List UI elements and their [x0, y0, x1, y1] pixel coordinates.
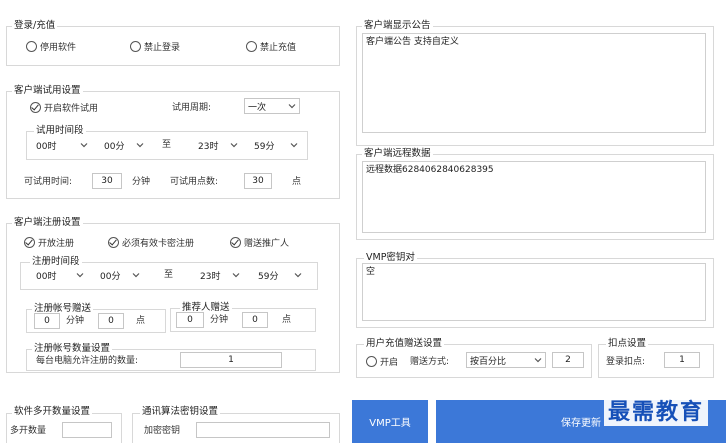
register-gift-promoter-option[interactable]: 赠送推广人 [230, 236, 289, 249]
remote-data-textarea[interactable]: 远程数据6284062840628395 [362, 161, 706, 233]
select-value: 00时 [36, 271, 57, 282]
referrer-gift-min-unit: 分钟 [210, 315, 229, 325]
watermark-logo: 最需教育 [604, 394, 709, 426]
register-gift-min-unit: 分钟 [66, 316, 85, 326]
radio-label: 禁止充值 [260, 43, 297, 53]
multi-open-title: 软件多开数量设置 [12, 406, 93, 418]
trial-start-hour-select[interactable]: 00时 [32, 137, 92, 153]
chevron-down-icon [294, 273, 302, 278]
chevron-down-icon [290, 143, 298, 148]
comm-key-label: 加密密钥 [144, 426, 181, 436]
register-start-hour-select[interactable]: 00时 [32, 267, 88, 283]
trial-time-unit: 分钟 [132, 177, 151, 187]
trial-title: 客户端试用设置 [12, 85, 83, 97]
deduct-label: 登录扣点: [606, 357, 646, 367]
chevron-down-icon [534, 358, 542, 363]
radio-circle-icon [26, 41, 37, 52]
register-gift-pts-input[interactable]: 0 [98, 313, 124, 329]
recharge-gift-title: 用户充值赠送设置 [364, 338, 445, 350]
trial-end-hour-select[interactable]: 23时 [194, 137, 242, 153]
chevron-down-icon [80, 143, 88, 148]
multi-open-label: 多开数量 [10, 426, 47, 436]
login-recharge-title: 登录/充值 [12, 20, 58, 32]
recharge-gift-mode-label: 赠送方式: [410, 357, 450, 367]
select-value: 23时 [200, 271, 221, 282]
register-start-min-select[interactable]: 00分 [96, 267, 144, 283]
register-gift-promoter-label: 赠送推广人 [244, 239, 290, 249]
referrer-gift-pts-input[interactable]: 0 [242, 312, 268, 328]
register-open-label: 开放注册 [38, 239, 75, 249]
register-to-label: 至 [164, 270, 174, 280]
remote-data-title: 客户端远程数据 [362, 148, 433, 160]
trial-cycle-label: 试用周期: [172, 103, 212, 113]
trial-start-min-select[interactable]: 00分 [100, 137, 148, 153]
chevron-down-icon [136, 143, 144, 148]
chevron-down-icon [288, 104, 296, 109]
vmp-key-textarea[interactable]: 空 [362, 263, 706, 321]
announcement-textarea[interactable]: 客户端公告 支持自定义 [362, 33, 706, 133]
register-end-min-select[interactable]: 59分 [254, 267, 306, 283]
radio-circle-icon [130, 41, 141, 52]
select-value: 00分 [100, 271, 121, 282]
register-count-title: 注册帐号数量设置 [32, 343, 113, 355]
deduct-title: 扣点设置 [606, 338, 649, 350]
register-count-label: 每台电脑允许注册的数量: [36, 356, 139, 366]
radio-label: 停用软件 [40, 43, 77, 53]
select-value: 00分 [104, 141, 125, 152]
recharge-gift-mode-select[interactable]: 按百分比 [466, 352, 546, 368]
save-button-label: 保存更新 [561, 418, 601, 429]
register-gift-min-input[interactable]: 0 [34, 313, 60, 329]
trial-enable-option[interactable]: 开启软件试用 [30, 101, 98, 114]
trial-end-min-select[interactable]: 59分 [250, 137, 302, 153]
register-require-card-option[interactable]: 必须有效卡密注册 [108, 236, 194, 249]
check-circle-icon [30, 102, 41, 113]
comm-key-input[interactable] [196, 422, 330, 438]
trial-time-label: 可试用时间: [24, 177, 73, 187]
referrer-gift-pts-unit: 点 [282, 315, 292, 325]
comm-key-title: 通讯算法密钥设置 [140, 406, 221, 418]
chevron-down-icon [76, 273, 84, 278]
radio-circle-icon [366, 356, 377, 367]
deduct-input[interactable]: 1 [664, 352, 700, 368]
radio-forbid-recharge[interactable]: 禁止充值 [246, 40, 296, 53]
radio-disable-software[interactable]: 停用软件 [26, 40, 76, 53]
register-title: 客户端注册设置 [12, 217, 83, 229]
multi-open-input[interactable] [62, 422, 112, 438]
select-value: 一次 [248, 102, 267, 113]
select-value: 00时 [36, 141, 57, 152]
register-end-hour-select[interactable]: 23时 [196, 267, 244, 283]
trial-period-title: 试用时间段 [34, 125, 86, 137]
trial-time-input[interactable]: 30 [92, 173, 122, 189]
check-circle-icon [108, 237, 119, 248]
chevron-down-icon [132, 273, 140, 278]
select-value: 23时 [198, 141, 219, 152]
radio-circle-icon [246, 41, 257, 52]
announcement-title: 客户端显示公告 [362, 20, 433, 32]
trial-points-label: 可试用点数: [170, 177, 219, 187]
referrer-gift-min-input[interactable]: 0 [176, 312, 204, 328]
register-gift-pts-unit: 点 [136, 316, 146, 326]
check-circle-icon [230, 237, 241, 248]
select-value: 按百分比 [470, 356, 507, 367]
select-value: 59分 [254, 141, 275, 152]
radio-forbid-login[interactable]: 禁止登录 [130, 40, 180, 53]
trial-points-unit: 点 [292, 177, 302, 187]
check-circle-icon [24, 237, 35, 248]
trial-cycle-select[interactable]: 一次 [244, 98, 300, 114]
recharge-gift-enable-label: 开启 [380, 358, 399, 368]
recharge-gift-enable-option[interactable]: 开启 [366, 355, 398, 368]
chevron-down-icon [230, 143, 238, 148]
trial-enable-label: 开启软件试用 [44, 104, 99, 114]
chevron-down-icon [232, 273, 240, 278]
register-require-card-label: 必须有效卡密注册 [122, 239, 195, 249]
register-open-option[interactable]: 开放注册 [24, 236, 74, 249]
trial-points-input[interactable]: 30 [244, 173, 272, 189]
vmp-tool-button[interactable]: VMP工具 [352, 400, 428, 443]
select-value: 59分 [258, 271, 279, 282]
vmp-tool-button-label: VMP工具 [369, 418, 411, 429]
trial-to-label: 至 [162, 140, 172, 150]
recharge-gift-value-input[interactable]: 2 [552, 352, 584, 368]
register-count-input[interactable]: 1 [180, 352, 282, 368]
radio-label: 禁止登录 [144, 43, 181, 53]
